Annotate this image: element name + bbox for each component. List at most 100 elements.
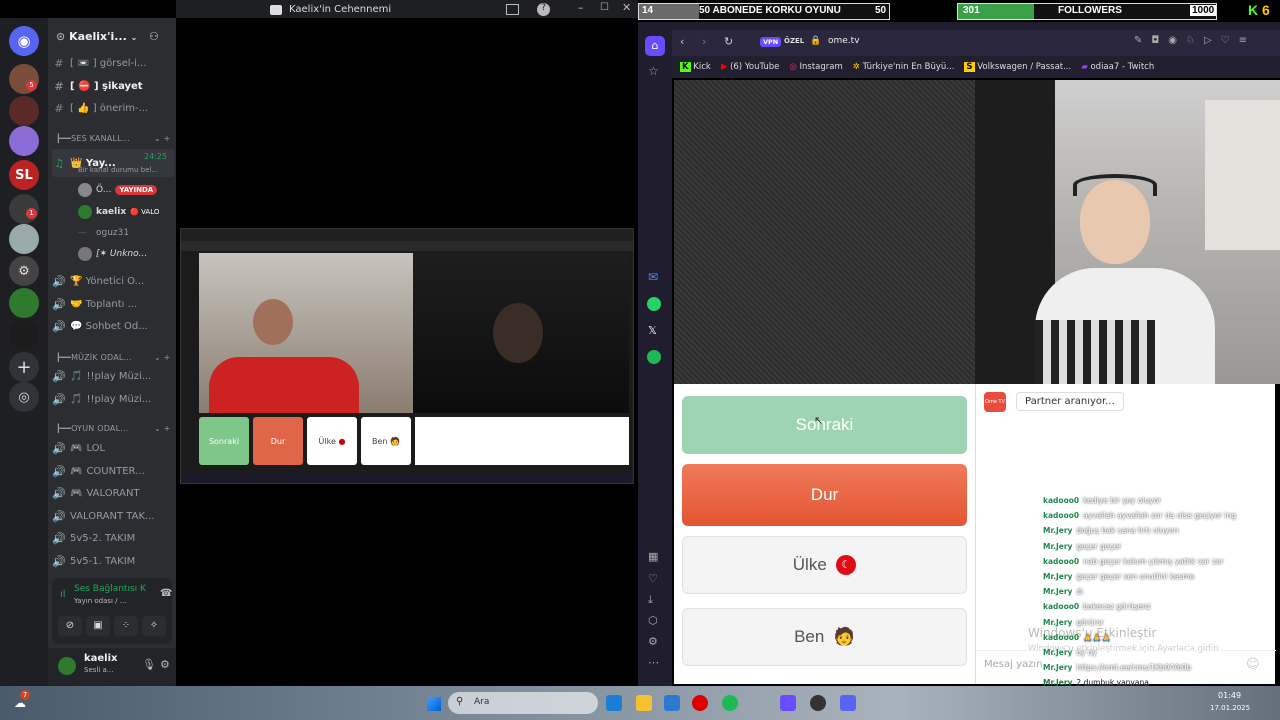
chat-text: oy oy bbox=[1076, 648, 1097, 657]
grid-icon[interactable]: ▦ bbox=[648, 550, 658, 563]
voice-channel[interactable]: 🔊 🎮 COUNTER... bbox=[52, 462, 174, 480]
voice-user[interactable]: — oguz31 bbox=[78, 224, 129, 242]
bookmark-youtube[interactable]: ▶ (6) YouTube bbox=[721, 62, 780, 72]
voice-category[interactable]: ┣━━SES KANALL... ⌄ + bbox=[56, 134, 170, 143]
box-icon[interactable]: ⬡ bbox=[648, 614, 658, 627]
voice-timer: 24:25 bbox=[144, 152, 168, 161]
download-icon[interactable]: ⤓ bbox=[648, 593, 653, 607]
voice-channel[interactable]: 🔊 💬 Sohbet Od... bbox=[52, 317, 174, 335]
minimize-button[interactable]: – bbox=[578, 1, 584, 14]
server-icon-7[interactable]: ⚙ bbox=[9, 256, 39, 286]
channel-text-1[interactable]: #[ 📼 ] görsel-i... bbox=[52, 54, 174, 72]
url-field[interactable]: ome.tv bbox=[828, 36, 860, 46]
add-server-icon[interactable]: + bbox=[9, 352, 39, 382]
voice-channel[interactable]: 🔊 🎮 VALORANT bbox=[52, 484, 174, 502]
home-icon[interactable]: ⌂ bbox=[645, 36, 665, 56]
voice-user[interactable]: kaelix 🔴 VALO bbox=[78, 203, 159, 221]
pin-icon[interactable]: ☆ bbox=[648, 64, 659, 78]
stop-button[interactable]: Dur bbox=[682, 464, 967, 526]
voice-channel[interactable]: 🔊 🎵 !!play Müzi... bbox=[52, 390, 174, 408]
mic-icon[interactable]: 🎙 bbox=[142, 658, 156, 671]
whatsapp-icon[interactable] bbox=[647, 297, 661, 311]
messenger-icon[interactable]: ✉ bbox=[648, 270, 658, 284]
edge-icon[interactable] bbox=[606, 695, 622, 711]
spotify-taskbar-icon[interactable] bbox=[722, 695, 738, 711]
bookmark-volkswagen[interactable]: S Volkswagen / Passat... bbox=[964, 62, 1071, 72]
discord-home-icon[interactable]: ◉ bbox=[9, 26, 39, 56]
start-icon[interactable] bbox=[427, 697, 441, 711]
add-member-icon[interactable]: ⚇ bbox=[149, 30, 159, 43]
channel-text-2[interactable]: #[ ⛔ ] şikayet bbox=[52, 77, 174, 95]
bookmark-kick[interactable]: K Kick bbox=[680, 62, 711, 72]
more-icon[interactable]: ⋯ bbox=[648, 656, 659, 669]
chat-message: Mr.Jery geçer geçer bbox=[1043, 542, 1121, 551]
channel-text-3[interactable]: #[ 👍 ] önerim-... bbox=[52, 99, 174, 117]
soundboard-icon[interactable]: ✧ bbox=[142, 616, 166, 636]
search-box[interactable]: ⚲ Ara bbox=[448, 692, 598, 714]
server-icon-8[interactable] bbox=[9, 288, 39, 318]
server-icon-6[interactable] bbox=[9, 224, 39, 254]
spotify-icon[interactable] bbox=[647, 350, 661, 364]
voice-channel[interactable]: 🔊 🎵 !!play Müzi... bbox=[52, 367, 174, 385]
notification-badge: 7 bbox=[20, 690, 30, 700]
explore-icon[interactable]: ◎ bbox=[9, 382, 39, 412]
vpn-badge[interactable]: VPN bbox=[760, 37, 782, 47]
avatar bbox=[78, 247, 92, 261]
settings-icon[interactable]: ⚙ bbox=[160, 658, 170, 671]
back-icon[interactable]: ‹ bbox=[680, 35, 684, 48]
bookmark-sahibinden[interactable]: ✲ Türkiye'nin En Büyü... bbox=[853, 62, 955, 72]
voice-channel[interactable]: 🔊 5v5-2. TAKIM bbox=[52, 529, 174, 547]
country-button[interactable]: Ülke ☾ bbox=[682, 536, 967, 594]
explorer-icon[interactable] bbox=[636, 695, 652, 711]
screen-icon[interactable] bbox=[506, 4, 519, 15]
bookmark-twitch[interactable]: ▰ odiaa7 - Twitch bbox=[1081, 62, 1154, 72]
maximize-button[interactable]: ☐ bbox=[600, 2, 609, 13]
me-button[interactable]: Ben 🧑 bbox=[682, 608, 967, 666]
x-icon[interactable]: 𝕏 bbox=[648, 324, 657, 337]
reload-icon[interactable]: ↻ bbox=[724, 35, 733, 48]
toolbar-icons[interactable]: ✎◘◉♘▷♡≡ bbox=[1134, 35, 1256, 46]
emoji-icon[interactable]: ☺ bbox=[1246, 657, 1260, 672]
music-category[interactable]: ┣━━MÜZİK ODAL... ⌄ + bbox=[56, 353, 170, 362]
voice-channel[interactable]: 🔊 🏆 Yönetici O... bbox=[52, 272, 174, 290]
sub-goal-bar: 14 50 ABONEDE KORKU OYUNU 50 bbox=[638, 3, 890, 20]
activities-icon[interactable]: ⁘ bbox=[114, 616, 138, 636]
voice-user[interactable]: Ö... YAYINDA bbox=[78, 181, 158, 199]
voice-channel[interactable]: 🔊 VALORANT TAK... bbox=[52, 507, 174, 525]
voice-user[interactable]: [✶ Unkno... bbox=[78, 245, 147, 263]
chat-text: doğuş bak sana fırtı oluyorı bbox=[1076, 526, 1179, 535]
username[interactable]: kaelix bbox=[84, 653, 118, 664]
help-icon[interactable]: ? bbox=[537, 3, 550, 16]
chat-username: Mr.Jery bbox=[1043, 618, 1073, 627]
heart-icon[interactable]: ♡ bbox=[648, 572, 658, 585]
voice-status-title[interactable]: Ses Bağlantısı K bbox=[74, 584, 146, 594]
server-icon-2[interactable] bbox=[9, 96, 39, 126]
live-voice-channel[interactable]: ♫ 👑 Yay... 24:25 Bir kanal durumu bel... bbox=[52, 149, 174, 177]
game-category[interactable]: ┣━━OYUN ODAL... ⌄ + bbox=[56, 424, 170, 433]
search-label: Ara bbox=[474, 697, 490, 707]
server-name[interactable]: ⊙ Kaelix'i... ⌄ bbox=[56, 30, 137, 43]
voice-channel[interactable]: 🔊 5v5-1. TAKIM bbox=[52, 552, 174, 570]
disconnect-icon[interactable]: ☎ bbox=[160, 588, 172, 599]
screen-share-icon[interactable]: ▣ bbox=[86, 616, 110, 636]
next-button[interactable]: Sonraki bbox=[682, 396, 967, 454]
settings-icon[interactable]: ⚙ bbox=[648, 635, 658, 648]
opera-icon[interactable] bbox=[692, 695, 708, 711]
server-icon-3[interactable] bbox=[9, 126, 39, 156]
app-icon[interactable] bbox=[780, 695, 796, 711]
obs-icon[interactable] bbox=[810, 695, 826, 711]
forward-icon[interactable]: › bbox=[702, 35, 706, 48]
server-icon-4[interactable]: SL bbox=[9, 160, 39, 190]
camera-off-icon[interactable]: ⊘ bbox=[58, 616, 82, 636]
voice-channel[interactable]: 🔊 🎮 LOL bbox=[52, 439, 174, 457]
stream-preview[interactable]: Sonraki Dur Ülke ● Ben 🧑 bbox=[180, 228, 634, 484]
voice-channel[interactable]: 🔊 🤝 Toplantı ... bbox=[52, 295, 174, 313]
close-button[interactable]: ✕ bbox=[622, 1, 631, 14]
app-icon[interactable] bbox=[664, 695, 680, 711]
discord-taskbar-icon[interactable] bbox=[840, 695, 856, 711]
message-placeholder: Mesaj yazın bbox=[984, 659, 1043, 670]
preview-country-button: Ülke ● bbox=[307, 417, 357, 465]
server-icon-9[interactable] bbox=[9, 320, 39, 350]
bookmark-instagram[interactable]: ◎ Instagram bbox=[789, 62, 842, 72]
avatar[interactable] bbox=[58, 657, 76, 675]
